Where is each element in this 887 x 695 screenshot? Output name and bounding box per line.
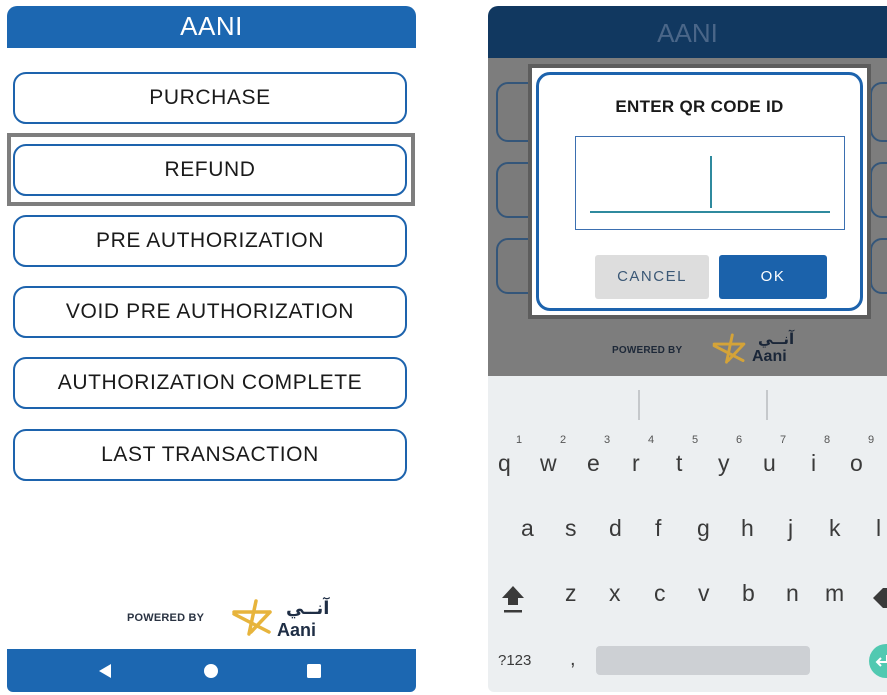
key-hint: 3 xyxy=(604,434,611,446)
key-g[interactable]: g xyxy=(697,515,710,542)
app-title: AANI xyxy=(180,11,243,41)
pre-authorization-button[interactable]: PRE AUTHORIZATION xyxy=(13,215,407,267)
key-y[interactable]: y xyxy=(718,450,730,477)
key-a[interactable]: a xyxy=(521,515,534,542)
purchase-button[interactable]: PURCHASE xyxy=(13,72,407,124)
background-menu-button xyxy=(870,238,887,294)
key-e[interactable]: e xyxy=(587,450,600,477)
aani-latin-wordmark: Aani xyxy=(277,620,317,640)
key-q[interactable]: q xyxy=(498,450,511,477)
enter-key[interactable] xyxy=(869,644,887,678)
backspace-icon[interactable] xyxy=(873,586,887,610)
key-k[interactable]: k xyxy=(829,515,841,542)
key-w[interactable]: w xyxy=(540,450,557,477)
suggestion-divider xyxy=(638,390,640,420)
recents-icon[interactable] xyxy=(307,663,321,678)
powered-by-label: POWERED BY xyxy=(127,612,205,624)
key-s[interactable]: s xyxy=(565,515,577,542)
key-b[interactable]: b xyxy=(742,580,755,607)
comma-key[interactable]: , xyxy=(570,648,576,671)
left-phone-screen: AANI PURCHASE REFUND PRE AUTHORIZATION V… xyxy=(7,6,416,692)
ok-button[interactable]: OK xyxy=(719,255,827,299)
key-i[interactable]: i xyxy=(811,450,816,477)
authorization-complete-button[interactable]: AUTHORIZATION COMPLETE xyxy=(13,357,407,409)
aani-arabic-wordmark: آنــي xyxy=(286,598,330,619)
key-n[interactable]: n xyxy=(786,580,799,607)
background-menu-button xyxy=(870,162,887,218)
last-transaction-button[interactable]: LAST TRANSACTION xyxy=(13,429,407,481)
key-j[interactable]: j xyxy=(788,515,793,542)
key-d[interactable]: d xyxy=(609,515,622,542)
key-x[interactable]: x xyxy=(609,580,621,607)
key-m[interactable]: m xyxy=(825,580,844,607)
key-t[interactable]: t xyxy=(676,450,682,477)
key-hint: 8 xyxy=(824,434,831,446)
powered-by-label: POWERED BY xyxy=(612,345,683,356)
home-icon[interactable] xyxy=(203,663,219,679)
key-hint: 1 xyxy=(516,434,523,446)
key-z[interactable]: z xyxy=(565,580,577,607)
key-u[interactable]: u xyxy=(763,450,776,477)
key-r[interactable]: r xyxy=(632,450,640,477)
key-o[interactable]: o xyxy=(850,450,863,477)
key-h[interactable]: h xyxy=(741,515,754,542)
key-hint: 6 xyxy=(736,434,743,446)
app-title-dimmed: AANI xyxy=(657,18,718,48)
app-header: AANI xyxy=(7,6,416,48)
background-menu-button xyxy=(870,82,887,142)
refund-button[interactable]: REFUND xyxy=(13,144,407,196)
key-hint: 2 xyxy=(560,434,567,446)
key-hint: 5 xyxy=(692,434,699,446)
dialog-title: ENTER QR CODE ID xyxy=(615,97,784,116)
shift-icon[interactable] xyxy=(500,584,526,614)
qr-code-dialog: ENTER QR CODE ID CANCEL OK xyxy=(536,72,863,311)
key-hint: 9 xyxy=(868,434,875,446)
aani-star-logo-icon xyxy=(232,599,272,636)
key-hint: 4 xyxy=(648,434,655,446)
qr-code-input[interactable] xyxy=(575,136,845,230)
key-l[interactable]: l xyxy=(876,515,881,542)
key-c[interactable]: c xyxy=(654,580,666,607)
app-header-dimmed: AANI xyxy=(488,6,887,58)
key-hint: 7 xyxy=(780,434,787,446)
text-cursor xyxy=(710,156,712,208)
aani-latin-wordmark: Aani xyxy=(752,348,787,365)
cancel-button[interactable]: CANCEL xyxy=(595,255,709,299)
dialog-focus-frame: ENTER QR CODE ID CANCEL OK xyxy=(528,64,871,319)
input-underline xyxy=(590,211,830,213)
symbols-key[interactable]: ?123 xyxy=(498,652,531,669)
void-pre-authorization-button[interactable]: VOID PRE AUTHORIZATION xyxy=(13,286,407,338)
soft-keyboard: 1 2 3 4 5 6 7 8 9 q w e r t y u i o a s … xyxy=(488,376,887,692)
aani-star-logo-icon xyxy=(712,333,746,364)
key-v[interactable]: v xyxy=(698,580,710,607)
key-f[interactable]: f xyxy=(655,515,661,542)
suggestion-divider xyxy=(766,390,768,420)
right-phone-screen: AANI POWERED BY آنــي Aani ENTER QR CODE… xyxy=(488,6,887,692)
space-bar[interactable] xyxy=(596,646,810,675)
back-icon[interactable] xyxy=(98,663,112,679)
enter-arrow-icon xyxy=(875,655,887,667)
android-nav-bar xyxy=(7,649,416,692)
aani-arabic-wordmark: آنــي xyxy=(758,330,795,348)
